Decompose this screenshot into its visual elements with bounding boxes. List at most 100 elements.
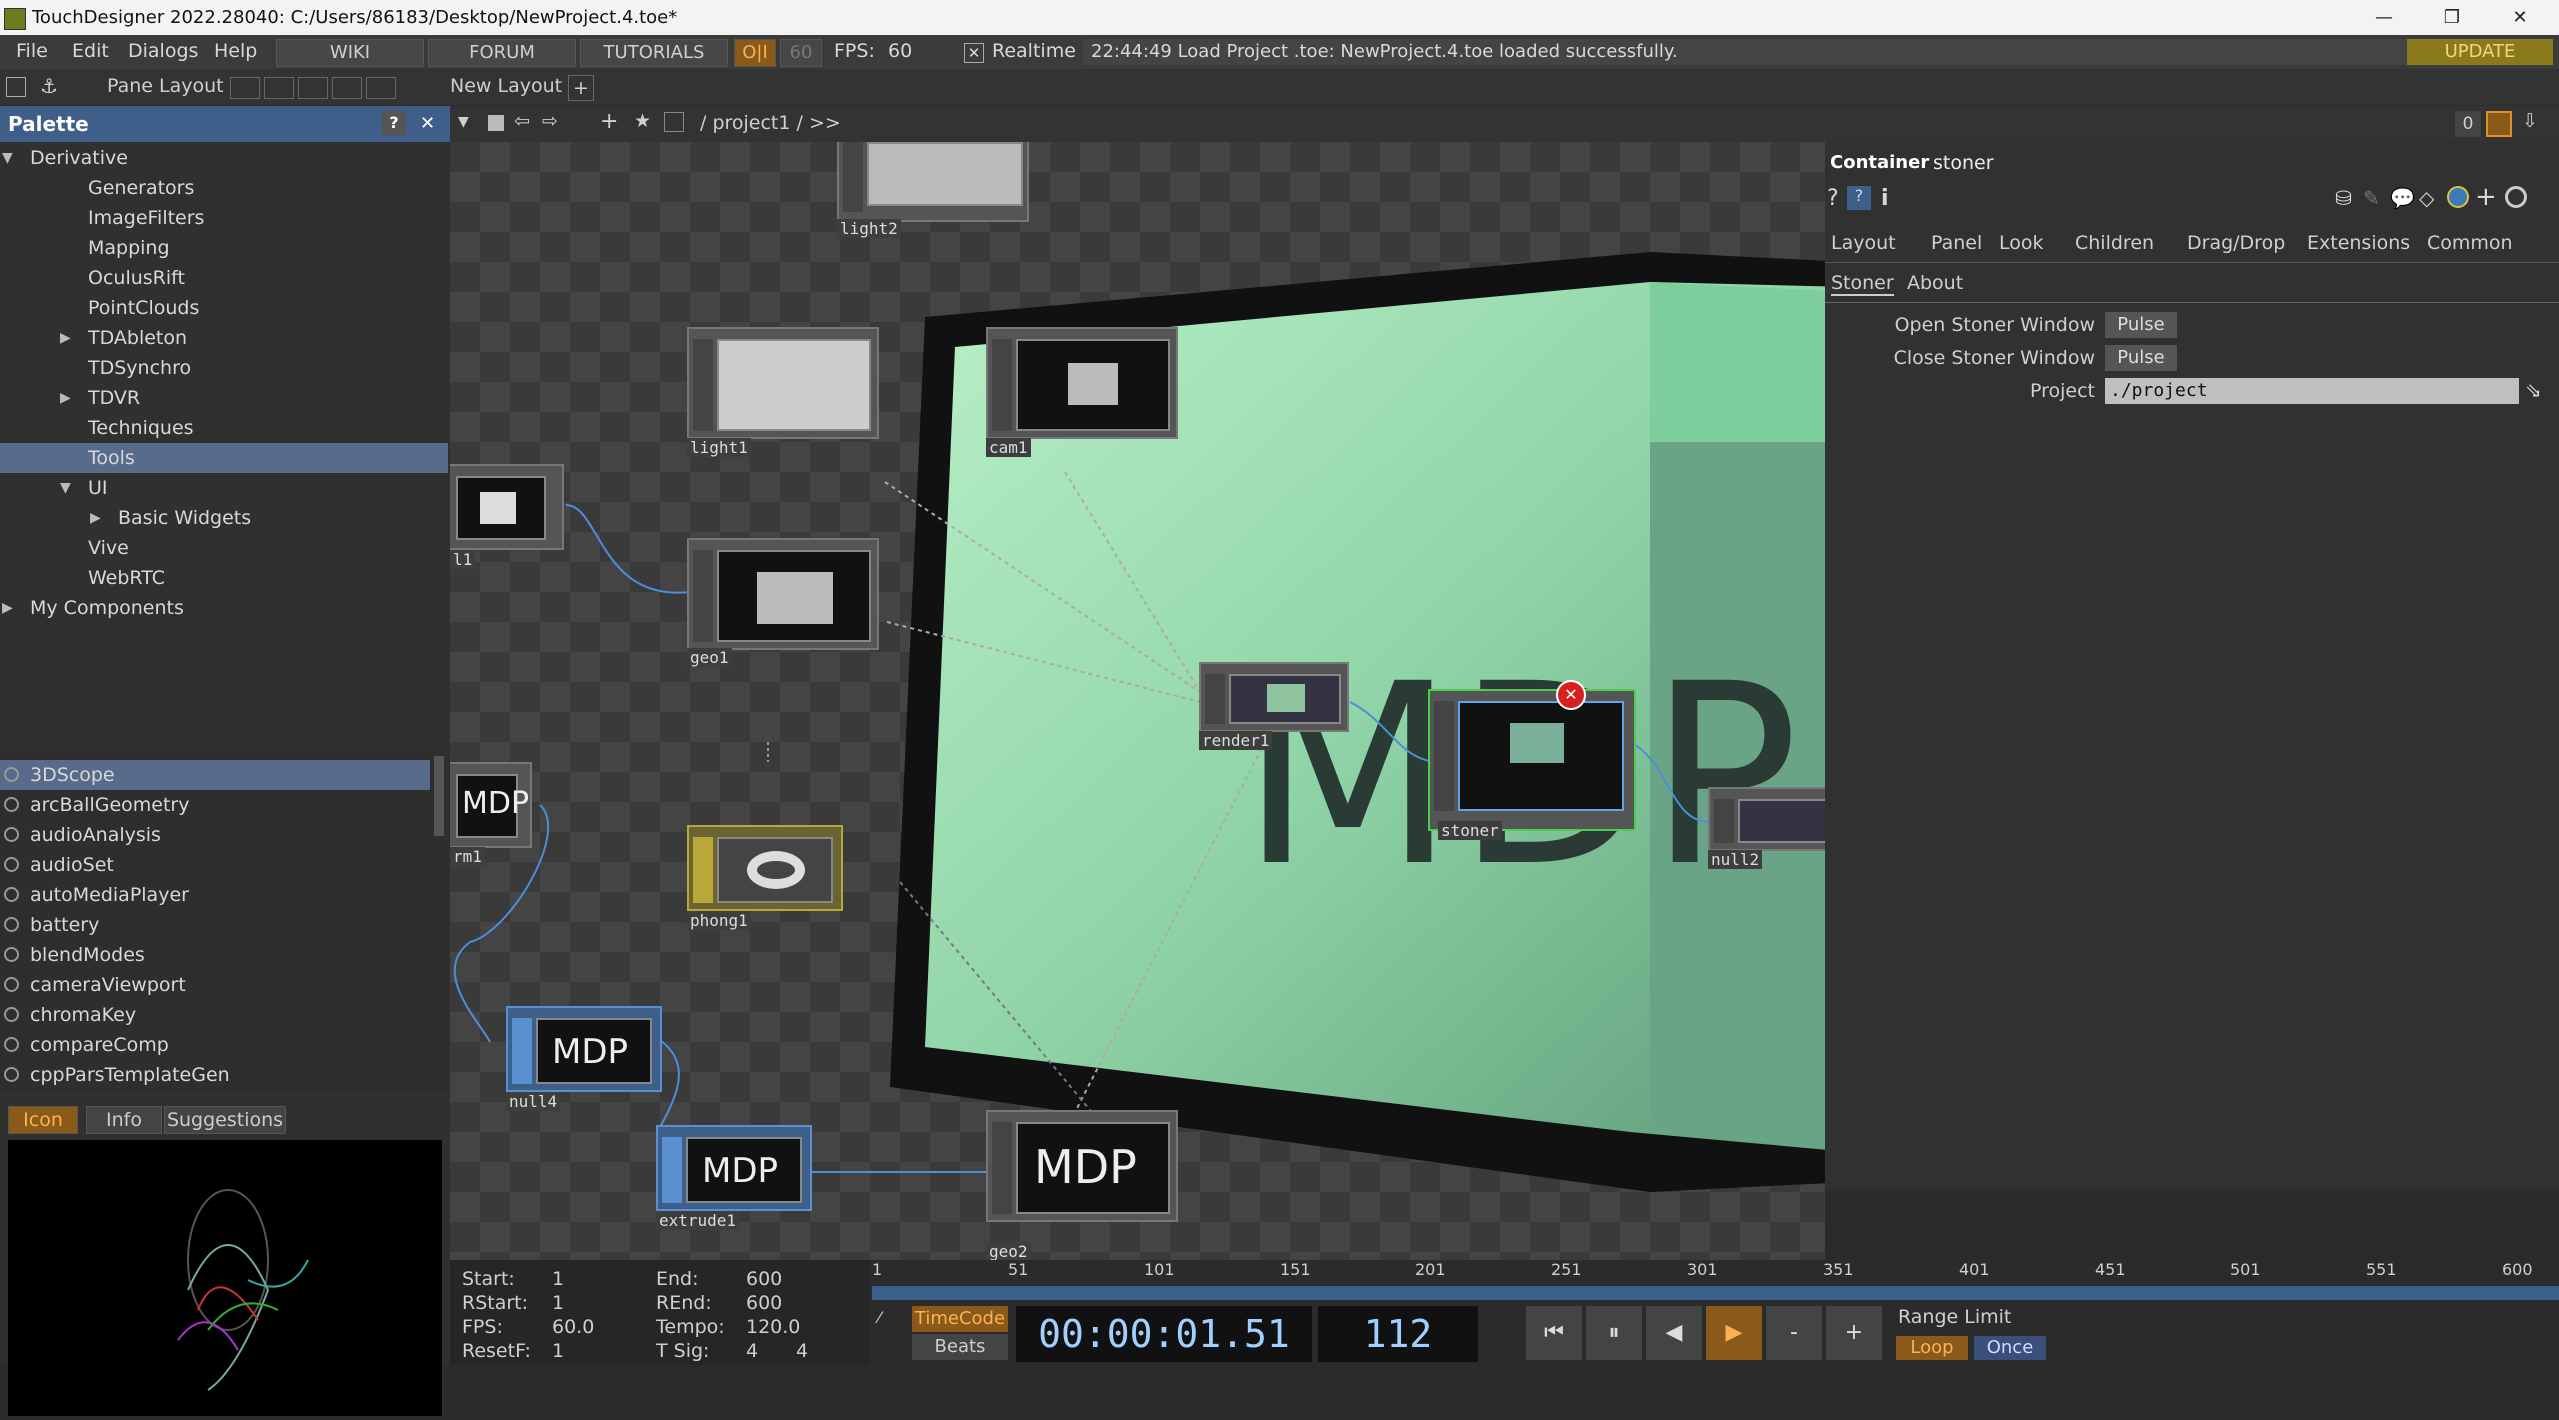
forward-icon[interactable]: ⇨ [542,110,558,132]
timeline-ruler[interactable]: 1 51 101 151 201 251 301 351 401 451 501 551 600 [872,1260,2559,1284]
skip-to-start-icon[interactable]: ⏮ [1526,1306,1582,1360]
component-list-item[interactable]: audioAnalysis [0,820,430,850]
tab-icon[interactable]: Icon [8,1106,78,1134]
palette-folder[interactable]: ▶ TDVR [0,383,448,413]
network-path[interactable]: / project1 / >> [700,112,841,134]
update-button[interactable]: UPDATE [2407,39,2553,65]
end-value[interactable]: 600 [746,1268,782,1290]
node-stoner[interactable] [1428,689,1636,831]
image-icon[interactable] [6,77,26,97]
add-operator-icon[interactable]: + [600,109,618,134]
component-list-item[interactable]: cameraViewport [0,970,430,1000]
python-icon[interactable] [2447,186,2469,208]
list-scrollbar[interactable] [434,756,444,836]
component-list-item[interactable]: autoMediaPlayer [0,880,430,910]
timecode-button[interactable]: TimeCode [912,1306,1008,1332]
tsig-denominator[interactable]: 4 [796,1340,808,1362]
chevron-down-icon[interactable]: ▼ [2,143,13,173]
palette-folder[interactable]: Tools [0,443,448,473]
add-parameter-icon[interactable]: + [2475,182,2497,212]
perform-mode-toggle[interactable]: O|I [734,39,776,67]
palette-folder[interactable]: Techniques [0,413,448,443]
tab-common[interactable]: Common [2427,232,2513,254]
beats-button[interactable]: Beats [912,1334,1008,1360]
anchor-icon[interactable]: ⚓ [40,74,58,98]
node-phong1[interactable] [687,825,843,911]
palette-folder[interactable]: Generators [0,173,448,203]
resetf-value[interactable]: 1 [552,1340,564,1362]
fps-value[interactable]: 60.0 [552,1316,594,1338]
tab-extensions[interactable]: Extensions [2307,232,2410,254]
info-icon[interactable]: i [1881,186,1889,211]
error-icon[interactable]: ✕ [1556,680,1586,710]
tsig-numerator[interactable]: 4 [746,1340,758,1362]
tab-layout[interactable]: Layout [1831,232,1896,254]
op-name-field[interactable]: stoner [1933,152,1994,174]
rend-value[interactable]: 600 [746,1292,782,1314]
help-icon[interactable]: ? [1827,186,1839,211]
menu-edit[interactable]: Edit [72,40,109,62]
edit-icon[interactable]: ✎ [2363,186,2380,210]
op-picker-icon[interactable]: ⇘ [2525,378,2542,402]
step-minus-button[interactable]: - [1766,1306,1822,1360]
component-list-item[interactable]: chromaKey [0,1000,430,1030]
timecode-display[interactable]: 00:00:01.51 [1016,1306,1312,1362]
timeline-range-bar[interactable] [872,1286,2559,1300]
once-button[interactable]: Once [1974,1336,2046,1360]
layout-split-vertical-icon[interactable] [264,77,294,99]
forum-button[interactable]: FORUM [428,39,576,67]
palette-folder[interactable]: ▼ Derivative [0,143,448,173]
component-list-item[interactable]: 3DScope [0,760,430,790]
step-back-icon[interactable]: ◀ [1646,1306,1702,1360]
play-icon[interactable]: ▶ [1706,1306,1762,1360]
preview-viewer[interactable] [8,1140,442,1416]
palette-folder[interactable]: Vive [0,533,448,563]
node-left-partial-2[interactable]: MDP [450,762,532,848]
open-stoner-window-pulse-button[interactable]: Pulse [2105,312,2177,338]
tab-about[interactable]: About [1907,272,1963,294]
node-null4[interactable]: MDP [506,1006,662,1092]
bookmark-icon[interactable]: ★ [634,110,651,132]
fps-target-field[interactable]: 60 [780,39,822,67]
palette-folder[interactable]: TDSynchro [0,353,448,383]
loop-button[interactable]: Loop [1896,1336,1968,1360]
tempo-value[interactable]: 120.0 [746,1316,800,1338]
maximize-button[interactable]: ❐ [2418,0,2486,35]
tab-look[interactable]: Look [1999,232,2044,254]
node-light1[interactable] [687,327,879,439]
node-render1[interactable] [1199,662,1349,732]
node-cam1[interactable] [986,327,1178,439]
palette-folder[interactable]: ▼ UI [0,473,448,503]
component-list-item[interactable]: battery [0,910,430,940]
close-palette-icon[interactable]: ✕ [420,106,435,142]
palette-folder[interactable]: WebRTC [0,563,448,593]
tab-drag-drop[interactable]: Drag/Drop [2187,232,2285,254]
target-icon[interactable] [2505,186,2527,208]
chevron-right-icon[interactable]: ▶ [90,503,101,533]
tab-info[interactable]: Info [86,1106,162,1134]
minimize-button[interactable]: — [2350,0,2418,35]
node-light2[interactable] [837,142,1029,222]
home-icon[interactable] [664,112,684,132]
close-button[interactable]: ✕ [2486,0,2554,35]
component-list-item[interactable]: arcBallGeometry [0,790,430,820]
layout-split-horizontal-icon[interactable] [298,77,328,99]
menu-help[interactable]: Help [214,40,257,62]
menu-file[interactable]: File [16,40,48,62]
node-left-partial-1[interactable] [450,464,564,550]
node-extrude1[interactable]: MDP [656,1125,812,1211]
node-geo1[interactable] [687,538,879,650]
palette-folder[interactable]: ▶ My Components [0,593,448,623]
layout-quad-icon[interactable] [366,77,396,99]
download-icon[interactable]: ⇩ [2522,110,2538,132]
node-null2[interactable] [1708,787,1825,851]
chevron-right-icon[interactable]: ▶ [60,383,71,413]
help-icon[interactable]: ? [382,111,406,135]
chevron-down-icon[interactable]: ▼ [60,473,71,503]
palette-folder[interactable]: PointClouds [0,293,448,323]
tab-stoner[interactable]: Stoner [1831,272,1894,296]
step-plus-button[interactable]: + [1826,1306,1882,1360]
menu-dropdown-icon[interactable]: ▼ [458,114,469,130]
network-editor[interactable]: MDP light2 light1 cam1 l1 [450,142,1825,1260]
clear-icon[interactable]: ◇ [2419,186,2434,210]
